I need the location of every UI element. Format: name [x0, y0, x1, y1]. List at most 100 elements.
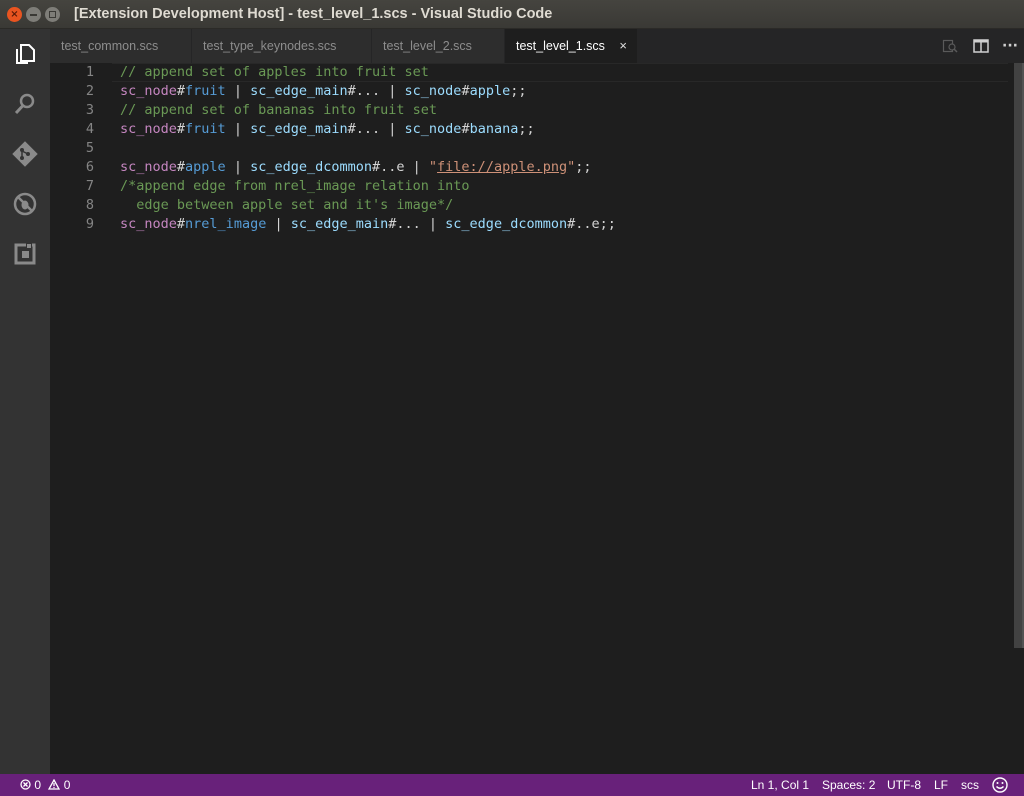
tab-test-level-2[interactable]: test_level_2.scs: [372, 29, 505, 63]
activity-debug[interactable]: [0, 179, 50, 229]
code-token: #: [461, 121, 470, 137]
code-token: apple: [469, 83, 511, 99]
warning-icon: [48, 778, 61, 790]
line-content: sc_node#nrel_image | sc_edge_main#... | …: [120, 215, 616, 234]
problems-indicator[interactable]: 0 0: [20, 774, 70, 796]
code-editor[interactable]: 1 // append set of apples into fruit set 2…: [50, 63, 1024, 774]
tab-label: test_type_keynodes.scs: [203, 39, 337, 53]
code-token[interactable]: file://apple.png: [437, 159, 567, 175]
line-content: edge between apple set and it's image*/: [120, 196, 453, 215]
code-token: sc_node: [120, 121, 177, 137]
line-content: // append set of bananas into fruit set: [120, 101, 437, 120]
code-token: fruit: [185, 83, 226, 99]
error-icon: [20, 779, 31, 790]
code-token: ;;: [518, 121, 535, 137]
line-number: 7: [85, 178, 94, 194]
line-number: 9: [85, 216, 94, 232]
code-token: ;;: [510, 83, 527, 99]
open-changes-icon[interactable]: [942, 38, 958, 54]
editor-actions: ···: [928, 29, 1024, 63]
tab-label: test_level_2.scs: [383, 39, 472, 53]
code-token: |: [380, 121, 405, 137]
line-content: /*append edge from nrel_image relation i…: [120, 177, 470, 196]
code-token: |: [420, 216, 446, 232]
warning-count: 0: [63, 778, 71, 792]
indentation-setting[interactable]: Spaces: 2: [822, 774, 875, 796]
activity-explorer[interactable]: [0, 29, 50, 79]
line-number: 3: [85, 102, 94, 118]
cursor-position[interactable]: Ln 1, Col 1: [751, 774, 809, 796]
code-token: ;;: [575, 159, 592, 175]
code-token: banana: [469, 121, 519, 137]
code-token: // append set of apples into fruit set: [120, 64, 429, 80]
code-token: |: [404, 159, 429, 175]
activity-search[interactable]: [0, 79, 50, 129]
code-token: |: [266, 216, 291, 232]
code-token: ;;: [599, 216, 616, 232]
activity-source-control[interactable]: [0, 129, 50, 179]
code-token: #..e: [372, 159, 405, 175]
window-minimize-button[interactable]: [26, 7, 41, 22]
code-token: sc_edge_main: [290, 216, 389, 232]
debug-icon: [13, 192, 37, 216]
window-title: [Extension Development Host] - test_leve…: [74, 6, 553, 22]
tab-close-icon[interactable]: ×: [619, 29, 627, 63]
code-token: #: [461, 83, 470, 99]
code-token: sc_edge_main: [250, 121, 348, 137]
code-token: #: [176, 159, 186, 175]
activity-bar: [0, 29, 50, 774]
line-content: sc_node#apple | sc_edge_dcommon#..e | "f…: [120, 158, 592, 177]
tab-label: test_common.scs: [61, 39, 159, 53]
code-token: |: [225, 121, 251, 137]
encoding-setting[interactable]: UTF-8: [887, 774, 921, 796]
language-mode[interactable]: scs: [961, 774, 979, 796]
window-maximize-button[interactable]: [45, 7, 60, 22]
code-token: sc_edge_dcommon: [250, 159, 372, 175]
code-token: sc_node: [404, 121, 462, 137]
code-token: // append set of bananas into fruit set: [120, 102, 437, 118]
window-close-button[interactable]: ×: [7, 7, 22, 22]
code-token: #...: [347, 83, 381, 99]
editor-scrollbar[interactable]: [1010, 63, 1024, 774]
line-content: sc_node#fruit | sc_edge_main#... | sc_no…: [120, 82, 526, 101]
code-token: |: [225, 159, 251, 175]
code-token: fruit: [185, 121, 226, 137]
line-number: 5: [85, 140, 94, 156]
git-icon: [12, 141, 38, 167]
code-token: edge between apple set and it's image*/: [120, 197, 454, 213]
eol-setting[interactable]: LF: [934, 774, 948, 796]
code-token: |: [225, 83, 251, 99]
line-number: 1: [85, 64, 94, 80]
tab-test-type-keynodes[interactable]: test_type_keynodes.scs: [192, 29, 372, 63]
code-token: #...: [347, 121, 381, 137]
more-icon[interactable]: ···: [1002, 35, 1018, 57]
code-token: /*append edge from nrel_image relation i…: [120, 178, 470, 194]
code-token: sc_node: [120, 159, 177, 175]
code-token: sc_node: [404, 83, 462, 99]
line-content: // append set of apples into fruit set: [120, 63, 429, 82]
code-token: #..e: [567, 216, 600, 232]
code-token: nrel_image: [185, 216, 267, 232]
smiley-icon: [992, 777, 1008, 793]
tab-label: test_level_1.scs: [516, 39, 605, 53]
title-bar: × [Extension Development Host] - test_le…: [0, 0, 1024, 29]
search-icon: [14, 93, 35, 115]
code-token: #...: [388, 216, 421, 232]
split-editor-icon[interactable]: [973, 38, 989, 54]
tab-test-common[interactable]: test_common.scs: [50, 29, 192, 63]
code-token: #: [176, 216, 186, 232]
line-number: 6: [85, 159, 94, 175]
code-token: apple: [185, 159, 226, 175]
files-icon: [16, 44, 35, 64]
tab-test-level-1[interactable]: test_level_1.scs ×: [505, 29, 638, 63]
code-token: ": [428, 159, 438, 175]
code-token: #: [176, 121, 186, 137]
code-token: sc_node: [120, 83, 177, 99]
code-token: sc_node: [120, 216, 177, 232]
extensions-icon: [14, 243, 36, 265]
feedback-button[interactable]: [992, 777, 1008, 796]
code-token: ": [567, 159, 576, 175]
status-bar: 0 0 Ln 1, Col 1 Spaces: 2 UTF-8 LF scs: [0, 774, 1024, 796]
activity-extensions[interactable]: [0, 229, 50, 279]
editor-scrollbar-thumb[interactable]: [1014, 63, 1024, 648]
